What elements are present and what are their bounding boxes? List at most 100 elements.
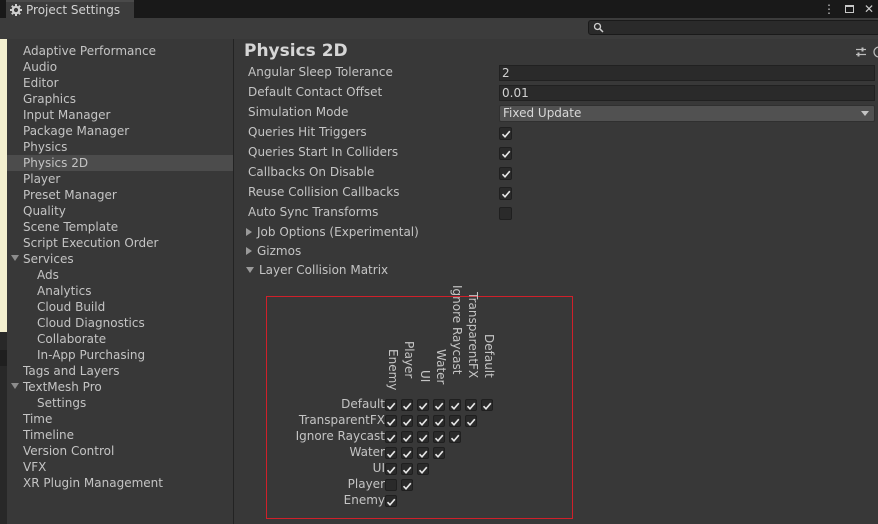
sidebar-item-analytics[interactable]: Analytics: [7, 283, 233, 299]
matrix-checkbox[interactable]: [401, 479, 413, 491]
matrix-checkbox[interactable]: [401, 447, 413, 459]
simulation-mode-dropdown[interactable]: Fixed Update: [499, 105, 875, 122]
sidebar-item-textmesh-pro[interactable]: TextMesh Pro: [7, 379, 233, 395]
matrix-checkbox[interactable]: [385, 399, 397, 411]
matrix-checkbox[interactable]: [385, 495, 397, 507]
foldout-gizmos[interactable]: Gizmos: [246, 244, 301, 258]
matrix-checkbox[interactable]: [417, 399, 429, 411]
tab-bar: Project Settings ⋮ ✕: [0, 0, 878, 18]
sidebar-item-ads[interactable]: Ads: [7, 267, 233, 283]
matrix-checkbox[interactable]: [449, 431, 461, 443]
settings-main-panel: Physics 2D Angular Sleep Tolerance 2 Defau…: [234, 39, 878, 524]
sidebar-item-preset-manager[interactable]: Preset Manager: [7, 187, 233, 203]
matrix-checkbox[interactable]: [417, 447, 429, 459]
matrix-row-label: Default: [341, 397, 385, 411]
checkmark-icon: [450, 434, 460, 442]
sidebar-item-input-manager[interactable]: Input Manager: [7, 107, 233, 123]
tab-title: Project Settings: [26, 3, 121, 17]
checkmark-icon: [434, 418, 444, 426]
matrix-checkbox[interactable]: [385, 479, 397, 491]
matrix-checkbox[interactable]: [433, 431, 445, 443]
matrix-checkbox[interactable]: [433, 447, 445, 459]
angular-sleep-tolerance-field[interactable]: 2: [499, 65, 875, 81]
sidebar-item-script-execution-order[interactable]: Script Execution Order: [7, 235, 233, 251]
search-input[interactable]: [588, 20, 878, 35]
matrix-checkbox[interactable]: [401, 463, 413, 475]
matrix-checkbox[interactable]: [401, 399, 413, 411]
sidebar-item-xr-plugin-management[interactable]: XR Plugin Management: [7, 475, 233, 491]
sidebar-item-vfx[interactable]: VFX: [7, 459, 233, 475]
matrix-checkbox[interactable]: [385, 415, 397, 427]
matrix-checkbox[interactable]: [385, 463, 397, 475]
matrix-checkbox[interactable]: [449, 415, 461, 427]
auto-sync-transforms-checkbox[interactable]: [499, 207, 512, 220]
sidebar-item-graphics[interactable]: Graphics: [7, 91, 233, 107]
matrix-checkbox[interactable]: [401, 431, 413, 443]
checkmark-icon: [501, 150, 511, 158]
matrix-checkbox[interactable]: [481, 399, 493, 411]
matrix-checkbox[interactable]: [417, 463, 429, 475]
matrix-column-header: Enemy: [386, 348, 400, 390]
window-buttons: ⋮ ✕: [823, 0, 878, 18]
sidebar-item-quality[interactable]: Quality: [7, 203, 233, 219]
reuse-collision-callbacks-checkbox[interactable]: [499, 187, 512, 200]
sidebar-item-label: Audio: [23, 60, 58, 74]
sidebar-item-cloud-build[interactable]: Cloud Build: [7, 299, 233, 315]
checkmark-icon: [386, 450, 396, 458]
sidebar-item-tags-and-layers[interactable]: Tags and Layers: [7, 363, 233, 379]
sidebar-item-editor[interactable]: Editor: [7, 75, 233, 91]
checkmark-icon: [402, 466, 412, 474]
expand-arrow-icon[interactable]: [11, 383, 19, 389]
sidebar-item-package-manager[interactable]: Package Manager: [7, 123, 233, 139]
matrix-checkbox[interactable]: [417, 415, 429, 427]
label-reuse-collision-callbacks: Reuse Collision Callbacks: [248, 185, 400, 199]
preset-sliders-icon[interactable]: [855, 46, 867, 58]
sidebar-item-player[interactable]: Player: [7, 171, 233, 187]
sidebar-item-label: Script Execution Order: [23, 236, 159, 250]
sidebar-item-audio[interactable]: Audio: [7, 59, 233, 75]
sidebar-item-label: Analytics: [37, 284, 92, 298]
help-icon[interactable]: [873, 46, 878, 58]
matrix-checkbox[interactable]: [465, 415, 477, 427]
matrix-checkbox[interactable]: [417, 431, 429, 443]
sidebar-item-timeline[interactable]: Timeline: [7, 427, 233, 443]
expand-arrow-icon[interactable]: [11, 255, 19, 261]
sidebar-item-services[interactable]: Services: [7, 251, 233, 267]
queries-start-in-colliders-checkbox[interactable]: [499, 147, 512, 160]
sidebar-item-in-app-purchasing[interactable]: In-App Purchasing: [7, 347, 233, 363]
sidebar-item-label: In-App Purchasing: [37, 348, 146, 362]
sidebar-item-scene-template[interactable]: Scene Template: [7, 219, 233, 235]
matrix-row-label: Player: [347, 477, 385, 491]
matrix-checkbox[interactable]: [401, 415, 413, 427]
callbacks-on-disable-checkbox[interactable]: [499, 167, 512, 180]
search-icon: [593, 22, 604, 33]
label-default-contact-offset: Default Contact Offset: [248, 85, 383, 99]
sidebar-item-label: Ads: [37, 268, 59, 282]
sidebar-item-settings[interactable]: Settings: [7, 395, 233, 411]
checkmark-icon: [386, 434, 396, 442]
default-contact-offset-field[interactable]: 0.01: [499, 85, 875, 101]
queries-hit-triggers-checkbox[interactable]: [499, 127, 512, 140]
matrix-checkbox[interactable]: [385, 447, 397, 459]
sidebar-item-physics[interactable]: Physics: [7, 139, 233, 155]
more-options-icon[interactable]: ⋮: [823, 3, 835, 15]
sidebar-item-adaptive-performance[interactable]: Adaptive Performance: [7, 43, 233, 59]
sidebar-item-physics-2d[interactable]: Physics 2D: [7, 155, 233, 171]
sidebar-item-time[interactable]: Time: [7, 411, 233, 427]
matrix-checkbox[interactable]: [385, 431, 397, 443]
sidebar-item-collaborate[interactable]: Collaborate: [7, 331, 233, 347]
tab-project-settings[interactable]: Project Settings: [6, 0, 134, 18]
close-icon[interactable]: ✕: [864, 2, 874, 16]
sidebar-item-version-control[interactable]: Version Control: [7, 443, 233, 459]
sidebar-item-label: Adaptive Performance: [23, 44, 156, 58]
matrix-checkbox[interactable]: [449, 399, 461, 411]
sidebar-item-cloud-diagnostics[interactable]: Cloud Diagnostics: [7, 315, 233, 331]
matrix-checkbox[interactable]: [433, 415, 445, 427]
maximize-icon[interactable]: [844, 5, 854, 13]
foldout-layer-collision-matrix[interactable]: Layer Collision Matrix: [246, 263, 388, 277]
foldout-job-options-experimental[interactable]: Job Options (Experimental): [246, 225, 419, 239]
matrix-checkbox[interactable]: [465, 399, 477, 411]
matrix-row-label: Water: [349, 445, 385, 459]
matrix-checkbox[interactable]: [433, 399, 445, 411]
sidebar-item-label: Preset Manager: [23, 188, 117, 202]
